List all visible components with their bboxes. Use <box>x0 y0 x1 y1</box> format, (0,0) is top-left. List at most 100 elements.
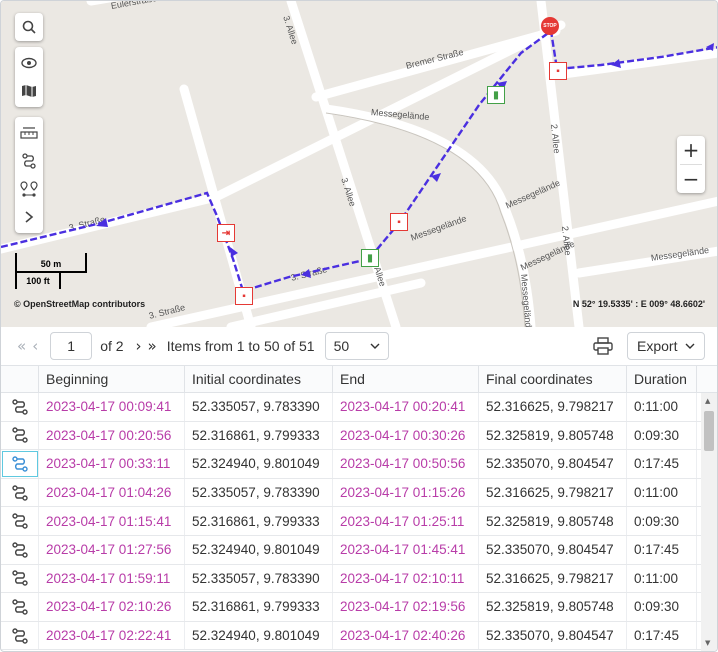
table-scrollbar[interactable]: ▲ ▼ <box>701 393 717 651</box>
table-row[interactable]: 2023-04-17 01:27:56 52.324940, 9.801049 20… <box>1 535 717 565</box>
table-row[interactable]: 2023-04-17 00:09:41 52.335057, 9.783390 20… <box>1 393 717 422</box>
scroll-down-icon[interactable]: ▼ <box>705 639 710 647</box>
end-cell[interactable]: 2023-04-17 00:20:41 <box>333 393 479 421</box>
trip-icon[interactable] <box>1 450 39 478</box>
beginning-cell[interactable]: 2023-04-17 00:20:56 <box>39 421 185 450</box>
beginning-cell[interactable]: 2023-04-17 02:10:26 <box>39 593 185 621</box>
page-number-input[interactable]: 1 <box>50 332 93 360</box>
beginning-cell[interactable]: 2023-04-17 02:22:41 <box>39 621 185 650</box>
end-cell[interactable]: 2023-04-17 00:30:26 <box>333 421 479 450</box>
zoom-out-button[interactable]: − <box>677 165 705 193</box>
header-beginning[interactable]: Beginning <box>39 366 185 392</box>
duration-cell: 0:09:30 <box>627 507 697 535</box>
initial-coordinates-cell: 52.316861, 9.799333 <box>185 421 333 450</box>
scale-imperial-label: 100 ft <box>26 276 50 286</box>
trip-icon[interactable] <box>1 478 39 507</box>
table-row[interactable]: 2023-04-17 02:22:41 52.324940, 9.801049 20… <box>1 621 717 651</box>
map-attribution[interactable]: © OpenStreetMap contributors <box>14 299 145 309</box>
end-cell[interactable]: 2023-04-17 02:10:11 <box>333 564 479 593</box>
table-row[interactable]: 2023-04-17 01:15:41 52.316861, 9.799333 20… <box>1 507 717 536</box>
header-duration[interactable]: Duration <box>627 366 697 392</box>
table-header: Beginning Initial coordinates End Final … <box>1 365 717 393</box>
export-button[interactable]: Export <box>627 332 705 360</box>
header-final-coordinates[interactable]: Final coordinates <box>479 366 627 392</box>
table-row[interactable]: 2023-04-17 01:04:26 52.335057, 9.783390 20… <box>1 478 717 508</box>
map-toolbar <box>15 13 43 41</box>
route-icon[interactable] <box>16 147 42 175</box>
header-initial-coordinates[interactable]: Initial coordinates <box>185 366 333 392</box>
final-coordinates-cell: 52.325819, 9.805748 <box>479 593 627 621</box>
zoom-control: + − <box>677 136 705 193</box>
final-coordinates-cell: 52.335070, 9.804547 <box>479 621 627 650</box>
scale-imperial: 100 ft <box>15 273 61 289</box>
print-icon[interactable] <box>591 334 615 358</box>
beginning-cell[interactable]: 2023-04-17 01:27:56 <box>39 535 185 564</box>
last-page-icon[interactable]: » <box>148 337 157 355</box>
fuel-drain-marker[interactable]: ▪ <box>549 62 567 80</box>
trip-icon[interactable] <box>1 535 39 564</box>
map-icon[interactable] <box>16 77 42 105</box>
parking-marker[interactable]: ⇥ <box>217 224 235 242</box>
scale-metric: 50 m <box>15 253 87 273</box>
ruler-icon[interactable] <box>16 119 42 147</box>
pins-icon[interactable] <box>16 175 42 203</box>
trip-icon[interactable] <box>1 421 39 450</box>
trip-icon[interactable] <box>1 621 39 650</box>
next-page-icon[interactable]: › <box>136 337 142 355</box>
trips-panel: Eulerstraße 3. Allee 3. Allee Bremer Str… <box>0 0 718 652</box>
end-cell[interactable]: 2023-04-17 01:45:41 <box>333 535 479 564</box>
beginning-cell[interactable]: 2023-04-17 01:04:26 <box>39 478 185 507</box>
scroll-thumb[interactable] <box>704 411 714 451</box>
trip-icon[interactable] <box>1 593 39 621</box>
table-row[interactable]: 2023-04-17 01:59:11 52.335057, 9.783390 20… <box>1 564 717 594</box>
chevron-right-icon[interactable] <box>16 203 42 231</box>
fuel-fill-marker[interactable]: ▮ <box>361 249 379 267</box>
trip-icon[interactable] <box>1 507 39 535</box>
per-page-select[interactable]: 50 <box>324 332 389 360</box>
final-coordinates-cell: 52.325819, 9.805748 <box>479 507 627 535</box>
eye-icon[interactable] <box>16 49 42 77</box>
beginning-cell[interactable]: 2023-04-17 00:33:11 <box>39 450 185 478</box>
prev-page-icon[interactable]: ‹ <box>32 337 38 355</box>
end-cell[interactable]: 2023-04-17 01:15:26 <box>333 478 479 507</box>
duration-cell: 0:17:45 <box>627 621 697 650</box>
chevron-down-icon <box>685 343 695 349</box>
fuel-drain-marker[interactable]: ▪ <box>235 287 253 305</box>
duration-cell: 0:11:00 <box>627 478 697 507</box>
header-end[interactable]: End <box>333 366 479 392</box>
scale-bar: 50 m 100 ft <box>15 253 87 289</box>
stop-marker[interactable]: STOP <box>541 17 559 35</box>
initial-coordinates-cell: 52.324940, 9.801049 <box>185 450 333 478</box>
beginning-cell[interactable]: 2023-04-17 00:09:41 <box>39 393 185 421</box>
beginning-cell[interactable]: 2023-04-17 01:59:11 <box>39 564 185 593</box>
end-cell[interactable]: 2023-04-17 02:19:56 <box>333 593 479 621</box>
final-coordinates-cell: 52.316625, 9.798217 <box>479 393 627 421</box>
duration-cell: 0:17:45 <box>627 535 697 564</box>
zoom-in-button[interactable]: + <box>677 136 705 164</box>
initial-coordinates-cell: 52.335057, 9.783390 <box>185 564 333 593</box>
end-cell[interactable]: 2023-04-17 01:25:11 <box>333 507 479 535</box>
search-icon[interactable] <box>16 13 42 41</box>
end-cell[interactable]: 2023-04-17 00:50:56 <box>333 450 479 478</box>
fuel-drain-marker[interactable]: ▪ <box>390 213 408 231</box>
initial-coordinates-cell: 52.324940, 9.801049 <box>185 621 333 650</box>
chevron-down-icon <box>370 343 380 349</box>
initial-coordinates-cell: 52.335057, 9.783390 <box>185 478 333 507</box>
initial-coordinates-cell: 52.324940, 9.801049 <box>185 535 333 564</box>
initial-coordinates-cell: 52.316861, 9.799333 <box>185 593 333 621</box>
trips-table: Beginning Initial coordinates End Final … <box>1 365 717 651</box>
trip-icon[interactable] <box>1 564 39 593</box>
end-cell[interactable]: 2023-04-17 02:40:26 <box>333 621 479 650</box>
scroll-up-icon[interactable]: ▲ <box>705 397 710 405</box>
first-page-icon[interactable]: « <box>17 337 26 355</box>
beginning-cell[interactable]: 2023-04-17 01:15:41 <box>39 507 185 535</box>
duration-cell: 0:09:30 <box>627 421 697 450</box>
map-view[interactable]: Eulerstraße 3. Allee 3. Allee Bremer Str… <box>1 1 717 327</box>
fuel-fill-marker[interactable]: ▮ <box>487 86 505 104</box>
table-row[interactable]: 2023-04-17 02:10:26 52.316861, 9.799333 20… <box>1 593 717 622</box>
map-layers-toolbar <box>15 47 43 107</box>
table-row[interactable]: 2023-04-17 00:20:56 52.316861, 9.799333 20… <box>1 421 717 451</box>
table-body: 2023-04-17 00:09:41 52.335057, 9.783390 20… <box>1 393 717 651</box>
table-row[interactable]: 2023-04-17 00:33:11 52.324940, 9.801049 20… <box>1 450 717 479</box>
trip-icon[interactable] <box>1 393 39 421</box>
